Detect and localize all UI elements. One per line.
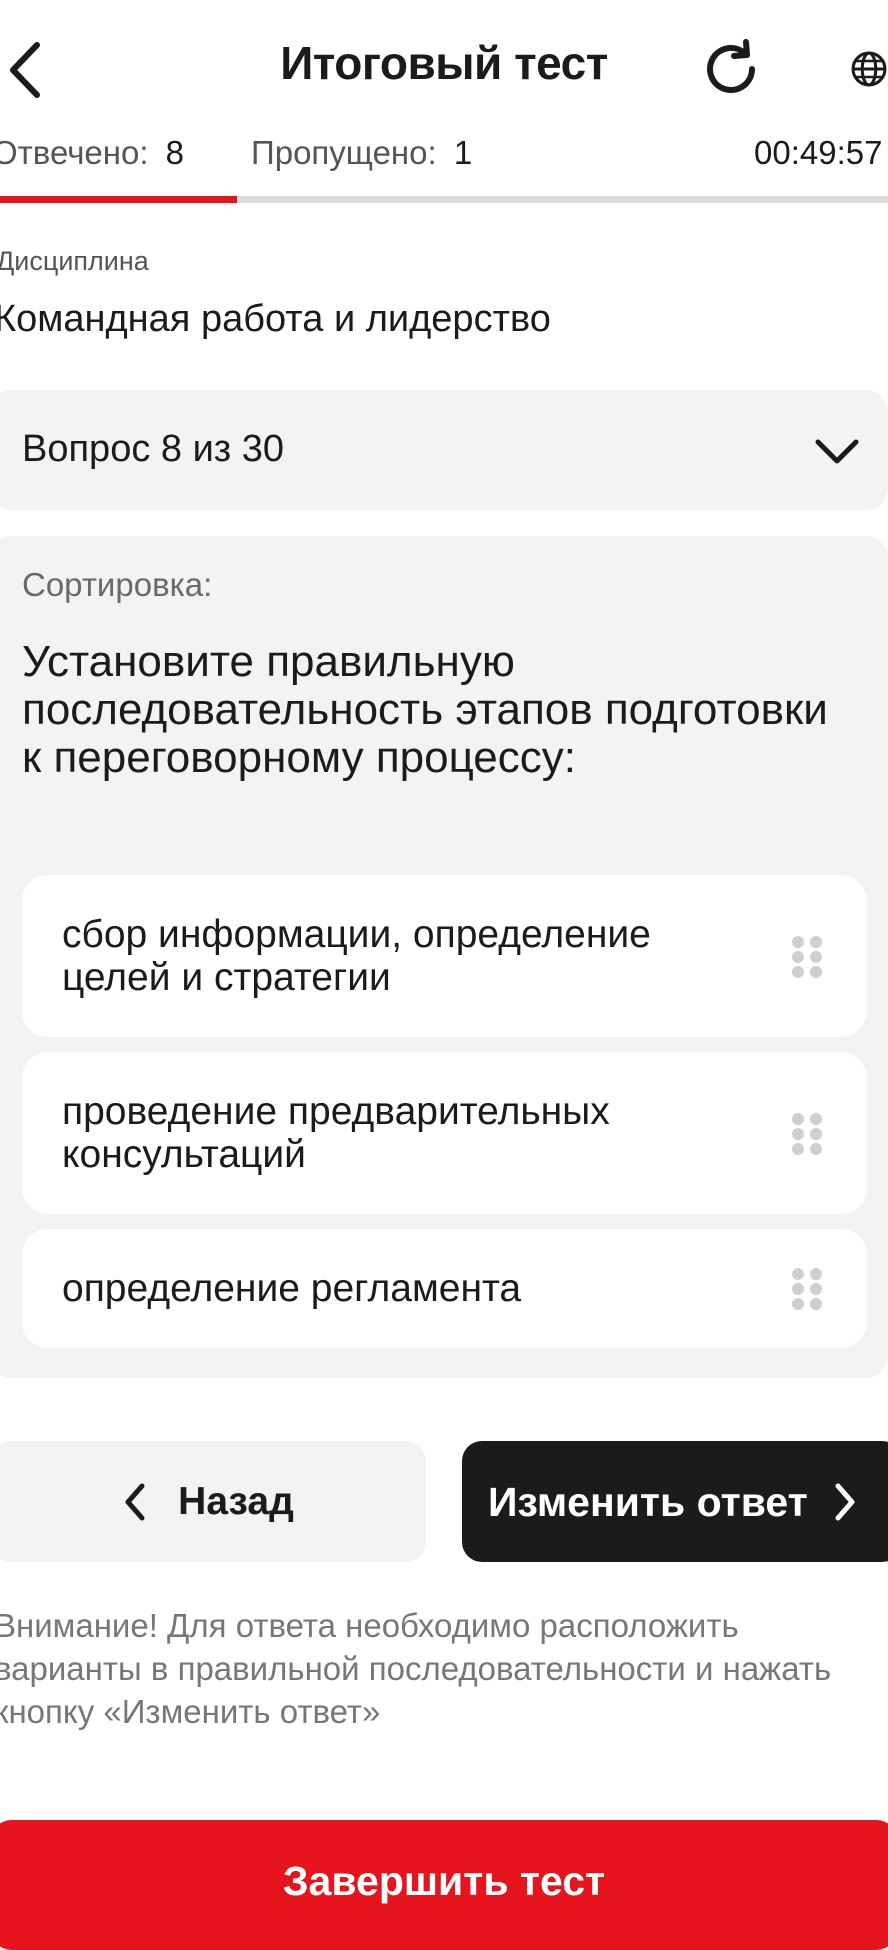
- globe-icon: [851, 51, 887, 87]
- progress-bar-fill: [0, 196, 238, 203]
- answered-label: Отвечено:: [0, 134, 149, 171]
- sort-option-label: сбор информации, определение целей и стр…: [62, 913, 651, 999]
- skipped-value: 1: [453, 134, 473, 171]
- timer: 00:49:57: [754, 134, 883, 171]
- language-button[interactable]: [826, 34, 888, 104]
- question-selector-text: Вопрос 8 из 30: [22, 428, 285, 470]
- question-text: Установите правильную последовательность…: [22, 637, 828, 782]
- chevron-down-icon: [814, 438, 860, 471]
- back-nav-label: Назад: [178, 1479, 294, 1523]
- change-answer-label: Изменить ответ: [488, 1479, 808, 1525]
- drag-handle-icon[interactable]: [792, 1268, 822, 1310]
- change-answer-button[interactable]: Изменить ответ: [462, 1441, 888, 1562]
- finish-test-label: Завершить тест: [282, 1858, 606, 1904]
- sort-option-label: определение регламента: [62, 1267, 522, 1310]
- sort-option-label: проведение предварительных консультаций: [62, 1090, 610, 1176]
- discipline-value: Командная работа и лидерство: [0, 298, 551, 340]
- finish-test-button[interactable]: Завершить тест: [0, 1820, 888, 1950]
- answered-count: Отвечено: 8: [0, 134, 184, 172]
- drag-handle-icon[interactable]: [792, 1113, 822, 1155]
- chevron-left-icon: [125, 1483, 145, 1520]
- progress-bar: [0, 196, 888, 203]
- chevron-right-icon: [835, 1483, 855, 1521]
- drag-handle-icon[interactable]: [792, 936, 822, 978]
- question-type: Сортировка:: [22, 566, 213, 603]
- answered-value: 8: [165, 134, 185, 171]
- instruction-notice: Внимание! Для ответа необходимо располож…: [0, 1607, 832, 1730]
- skipped-label: Пропущено:: [251, 134, 437, 171]
- back-nav-button[interactable]: Назад: [0, 1441, 426, 1562]
- skipped-count: Пропущено: 1: [251, 134, 472, 172]
- refresh-button[interactable]: [696, 34, 766, 104]
- discipline-label: Дисциплина: [0, 246, 149, 276]
- refresh-icon: [707, 39, 755, 93]
